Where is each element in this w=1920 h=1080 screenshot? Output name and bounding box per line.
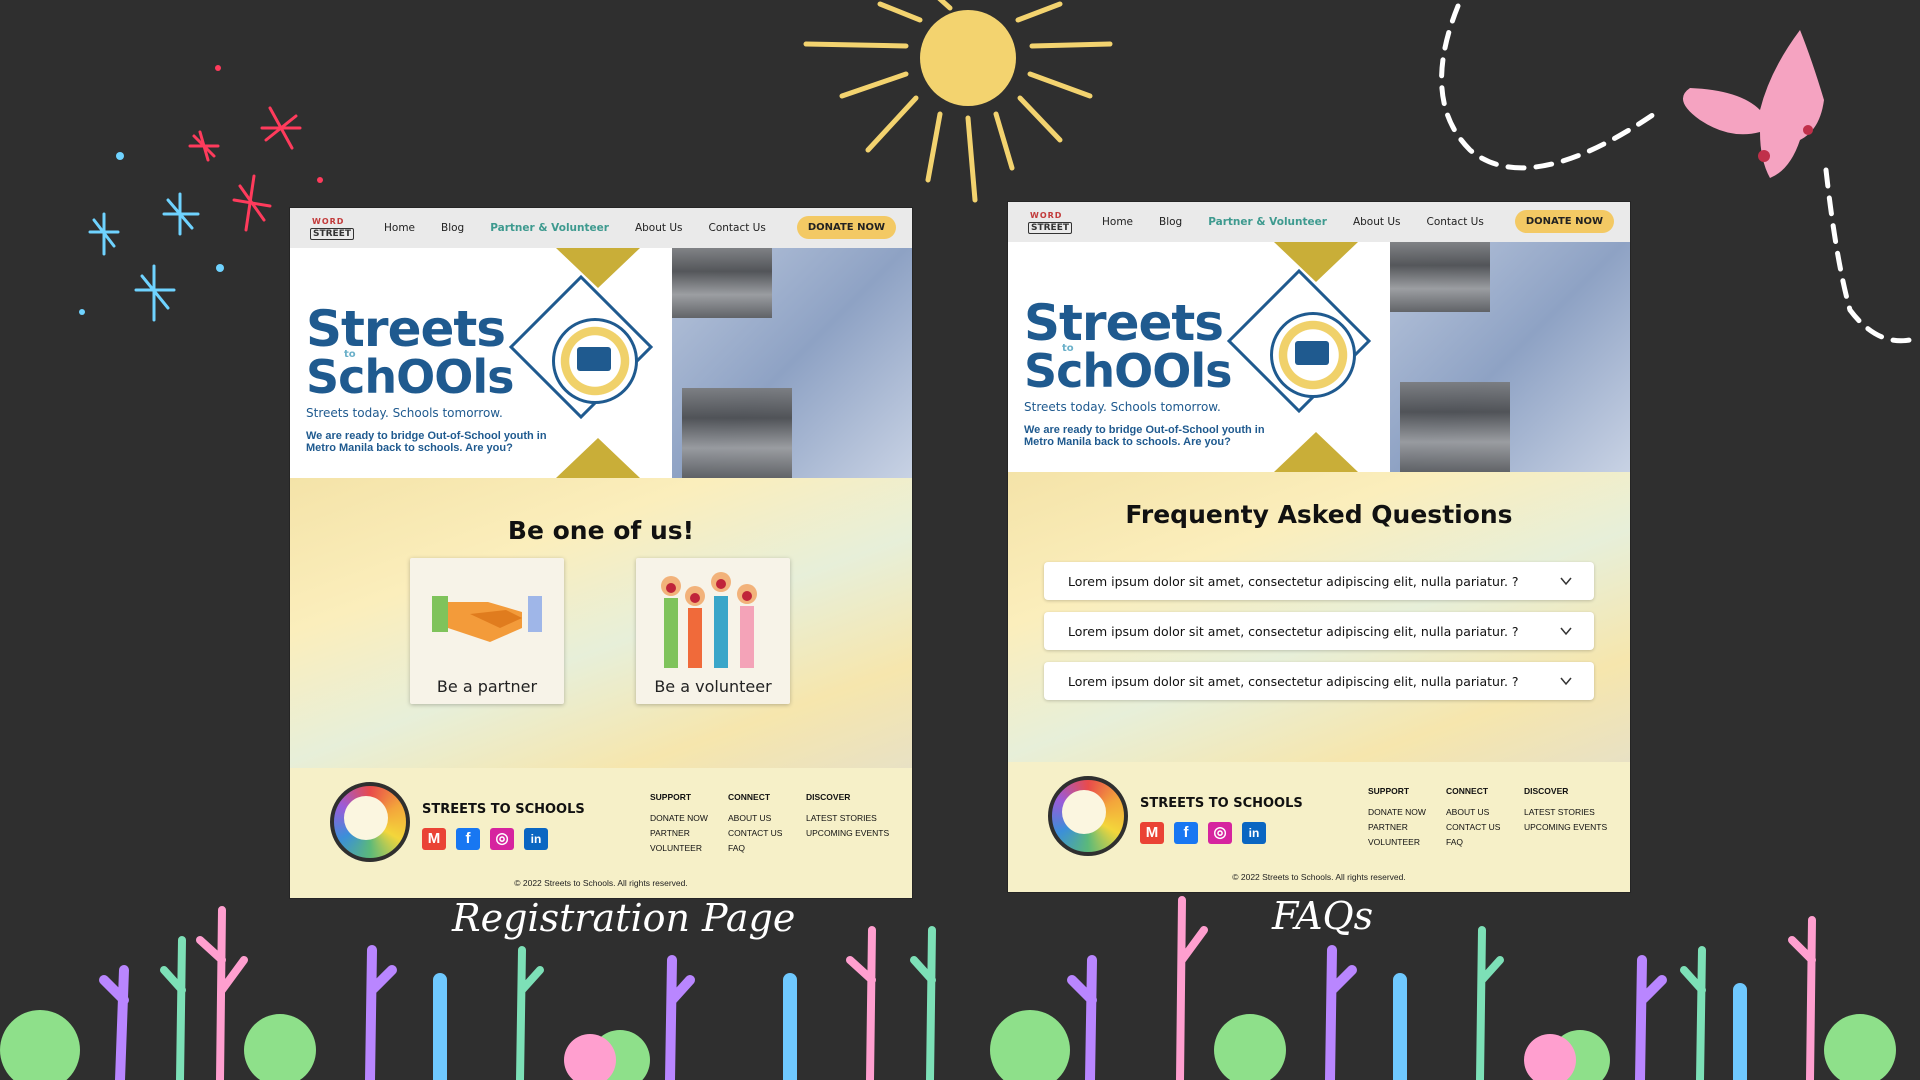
sun-icon [803, 0, 1113, 203]
nav-link-home[interactable]: Home [384, 222, 415, 234]
hero-photo [672, 248, 912, 478]
cactus-row [0, 896, 1896, 1080]
site-logo[interactable]: WORD STREET [306, 213, 360, 243]
copyright: © 2022 Streets to Schools. All rights re… [514, 878, 688, 888]
nav-links: Home Blog Partner & Volunteer About Us C… [384, 222, 792, 234]
footer-link[interactable]: DONATE NOW [650, 811, 708, 826]
chalk-decorations [0, 0, 1920, 1080]
nav-link-partner-volunteer[interactable]: Partner & Volunteer [1208, 216, 1327, 228]
hero-banner: Streets to SchOOls Streets today. School… [290, 248, 912, 478]
volunteer-card[interactable]: Be a volunteer [636, 558, 790, 704]
tagline: Streets today. Schools tomorrow. [306, 406, 503, 420]
footer-link[interactable]: PARTNER [650, 826, 708, 841]
footer-link[interactable]: ABOUT US [728, 811, 782, 826]
hero-banner: Streets to SchOOls Streets today. School… [1008, 242, 1630, 472]
section-heading: Be one of us! [507, 516, 695, 545]
faq-item[interactable]: Lorem ipsum dolor sit amet, consectetur … [1044, 612, 1594, 650]
site-footer: STREETS TO SCHOOLS M f ◎ in SUPPORT DONA… [1008, 762, 1630, 892]
section-heading: Frequenty Asked Questions [1125, 500, 1513, 529]
footer-link[interactable]: FAQ [1446, 835, 1500, 850]
faqs-page-mockup: WORD STREET Home Blog Partner & Voluntee… [1008, 202, 1630, 892]
footer-link[interactable]: VOLUNTEER [1368, 835, 1426, 850]
brand-wordmark: Streets to SchOOls [1024, 294, 1233, 398]
mission-statement: We are ready to bridge Out-of-School you… [1024, 424, 1265, 448]
nav-link-partner-volunteer[interactable]: Partner & Volunteer [490, 222, 609, 234]
gmail-icon[interactable]: M [1140, 822, 1164, 844]
footer-link[interactable]: UPCOMING EVENTS [1524, 820, 1607, 835]
facebook-icon[interactable]: f [456, 828, 480, 850]
footer-col-discover: DISCOVER LATEST STORIES UPCOMING EVENTS [806, 790, 889, 841]
nav-link-about-us[interactable]: About Us [1353, 216, 1401, 228]
donate-button[interactable]: DONATE NOW [796, 216, 896, 239]
footer-seal-icon [1048, 776, 1128, 856]
donate-button[interactable]: DONATE NOW [1514, 210, 1614, 233]
nav-link-contact-us[interactable]: Contact Us [1426, 216, 1483, 228]
faq-section: Frequenty Asked Questions Lorem ipsum do… [1008, 472, 1630, 762]
footer-link[interactable]: LATEST STORIES [806, 811, 889, 826]
chevron-down-icon [1560, 577, 1572, 586]
partner-card[interactable]: Be a partner [410, 558, 564, 704]
faq-item[interactable]: Lorem ipsum dolor sit amet, consectetur … [1044, 662, 1594, 700]
footer-col-support: SUPPORT DONATE NOW PARTNER VOLUNTEER [1368, 784, 1426, 850]
linkedin-icon[interactable]: in [1242, 822, 1266, 844]
tagline: Streets today. Schools tomorrow. [1024, 400, 1221, 414]
social-links: M f ◎ in [422, 828, 548, 850]
butterfly-icon [1682, 30, 1824, 178]
school-seal-icon [552, 318, 638, 404]
chevron-down-icon [1560, 677, 1572, 686]
gold-triangle-top [556, 248, 640, 288]
copyright: © 2022 Streets to Schools. All rights re… [1232, 872, 1406, 882]
chevron-down-icon [1560, 627, 1572, 636]
caption-registration: Registration Page [452, 896, 796, 940]
footer-link[interactable]: UPCOMING EVENTS [806, 826, 889, 841]
facebook-icon[interactable]: f [1174, 822, 1198, 844]
footer-org-name: STREETS TO SCHOOLS [1140, 796, 1303, 811]
brand-wordmark: Streets to SchOOls [306, 300, 515, 404]
footer-link[interactable]: CONTACT US [1446, 820, 1500, 835]
footer-seal-icon [330, 782, 410, 862]
site-logo[interactable]: WORD STREET [1024, 207, 1078, 237]
gold-triangle-top [1274, 242, 1358, 282]
hero-photo [1390, 242, 1630, 472]
nav-link-contact-us[interactable]: Contact Us [708, 222, 765, 234]
caption-faqs: FAQs [1272, 894, 1374, 938]
nav-link-blog[interactable]: Blog [441, 222, 464, 234]
linkedin-icon[interactable]: in [524, 828, 548, 850]
handshake-icon [432, 596, 542, 642]
instagram-icon[interactable]: ◎ [1208, 822, 1232, 844]
navbar: WORD STREET Home Blog Partner & Voluntee… [290, 208, 912, 248]
nav-link-about-us[interactable]: About Us [635, 222, 683, 234]
raised-hands-icon [661, 572, 757, 668]
faq-item[interactable]: Lorem ipsum dolor sit amet, consectetur … [1044, 562, 1594, 600]
footer-link[interactable]: CONTACT US [728, 826, 782, 841]
nav-links: Home Blog Partner & Volunteer About Us C… [1102, 216, 1510, 228]
mission-statement: We are ready to bridge Out-of-School you… [306, 430, 547, 454]
sparkle-icon [79, 65, 323, 322]
gmail-icon[interactable]: M [422, 828, 446, 850]
nav-link-home[interactable]: Home [1102, 216, 1133, 228]
footer-col-discover: DISCOVER LATEST STORIES UPCOMING EVENTS [1524, 784, 1607, 835]
instagram-icon[interactable]: ◎ [490, 828, 514, 850]
footer-org-name: STREETS TO SCHOOLS [422, 802, 585, 817]
registration-section: Be one of us! Be a partner Be a voluntee… [290, 478, 912, 768]
footer-link[interactable]: ABOUT US [1446, 805, 1500, 820]
social-links: M f ◎ in [1140, 822, 1266, 844]
registration-page-mockup: WORD STREET Home Blog Partner & Voluntee… [290, 208, 912, 898]
footer-col-connect: CONNECT ABOUT US CONTACT US FAQ [728, 790, 782, 856]
footer-link[interactable]: PARTNER [1368, 820, 1426, 835]
school-seal-icon [1270, 312, 1356, 398]
nav-link-blog[interactable]: Blog [1159, 216, 1182, 228]
footer-link[interactable]: LATEST STORIES [1524, 805, 1607, 820]
footer-link[interactable]: FAQ [728, 841, 782, 856]
navbar: WORD STREET Home Blog Partner & Voluntee… [1008, 202, 1630, 242]
footer-col-connect: CONNECT ABOUT US CONTACT US FAQ [1446, 784, 1500, 850]
footer-col-support: SUPPORT DONATE NOW PARTNER VOLUNTEER [650, 790, 708, 856]
footer-link[interactable]: VOLUNTEER [650, 841, 708, 856]
site-footer: STREETS TO SCHOOLS M f ◎ in SUPPORT DONA… [290, 768, 912, 898]
footer-link[interactable]: DONATE NOW [1368, 805, 1426, 820]
